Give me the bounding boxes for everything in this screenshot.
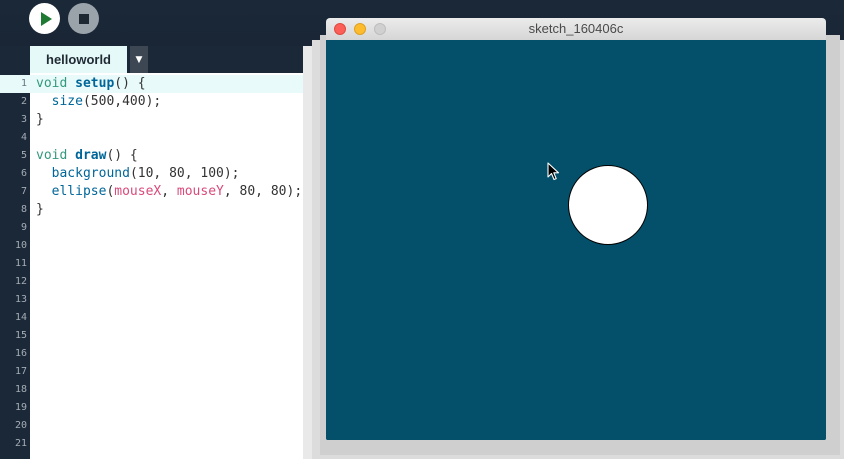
- function-call: size: [51, 94, 83, 109]
- run-button[interactable]: [29, 3, 60, 34]
- code-line-6[interactable]: background(10, 80, 100);: [36, 165, 240, 183]
- tab-helloworld[interactable]: helloworld: [30, 46, 127, 73]
- code-line-1[interactable]: void setup() {: [36, 75, 146, 93]
- function-call: background: [51, 166, 130, 181]
- line-number: 3: [20, 114, 27, 125]
- line-number: 19: [14, 402, 27, 413]
- line-number: 1: [20, 78, 27, 89]
- code-text: (500,400);: [82, 94, 162, 109]
- window-title: sketch_160406c: [528, 21, 624, 36]
- function-call: ellipse: [51, 184, 107, 199]
- line-number: 5: [20, 150, 27, 161]
- variable: mouseX: [114, 184, 162, 199]
- line-number: 13: [14, 294, 27, 305]
- code-line-3[interactable]: }: [36, 111, 44, 129]
- line-number: 15: [14, 330, 27, 341]
- code-line-8[interactable]: }: [36, 201, 44, 219]
- line-number: 17: [14, 366, 27, 377]
- sketch-window[interactable]: sketch_160406c: [326, 18, 826, 440]
- code-line-7[interactable]: ellipse(mouseX, mouseY, 80, 80);: [36, 183, 303, 201]
- line-number: 8: [20, 204, 27, 215]
- variable: mouseY: [176, 184, 224, 199]
- stop-icon: [78, 13, 89, 24]
- code-text: ,: [161, 184, 177, 199]
- tab-menu-button[interactable]: ▼: [130, 46, 148, 73]
- line-number: 9: [20, 222, 27, 233]
- line-number: 6: [20, 168, 27, 179]
- line-number: 10: [14, 240, 27, 251]
- code-text: }: [36, 112, 44, 127]
- ellipse-shape: [568, 165, 648, 245]
- line-number: 21: [14, 438, 27, 449]
- function-name: setup: [75, 76, 115, 91]
- play-icon: [40, 11, 52, 26]
- code-text: , 80, 80);: [223, 184, 303, 199]
- line-number: 4: [20, 132, 27, 143]
- line-number: 12: [14, 276, 27, 287]
- mouse-cursor-icon: [547, 162, 560, 181]
- line-number: 18: [14, 384, 27, 395]
- code-line-2[interactable]: size(500,400);: [36, 93, 162, 111]
- line-number: 20: [14, 420, 27, 431]
- stop-button[interactable]: [68, 3, 99, 34]
- code-text: }: [36, 202, 44, 217]
- window-titlebar[interactable]: sketch_160406c: [326, 18, 826, 41]
- code-line-5[interactable]: void draw() {: [36, 147, 138, 165]
- line-number: 14: [14, 312, 27, 323]
- sketch-canvas[interactable]: [326, 40, 826, 440]
- code-text: () {: [106, 148, 138, 163]
- line-number: 2: [20, 96, 27, 107]
- line-number: 11: [14, 258, 27, 269]
- line-number: 7: [20, 186, 27, 197]
- chevron-down-icon: ▼: [135, 54, 143, 65]
- keyword: void: [36, 76, 68, 91]
- function-name: draw: [75, 148, 107, 163]
- keyword: void: [36, 148, 68, 163]
- code-text: (10, 80, 100);: [129, 166, 240, 181]
- code-text: () {: [114, 76, 146, 91]
- line-number: 16: [14, 348, 27, 359]
